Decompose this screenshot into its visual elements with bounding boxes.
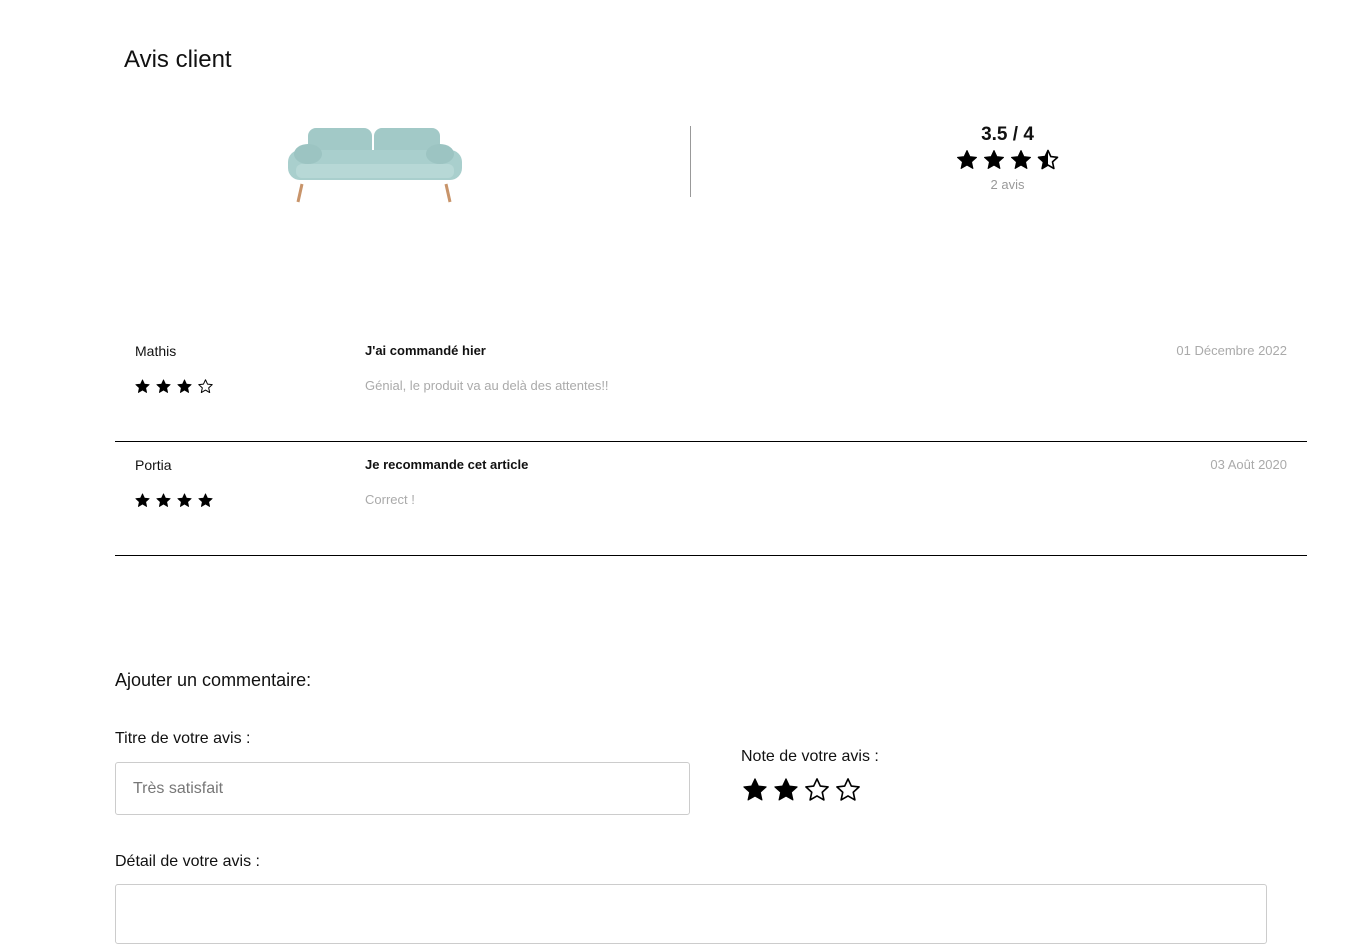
review-item: Mathis J'ai commandé hier Génial, le pro… — [115, 326, 1307, 442]
page-title: Avis client — [124, 46, 232, 74]
review-author: Portia — [135, 457, 172, 473]
review-date: 01 Décembre 2022 — [1176, 343, 1287, 358]
star-filled-icon — [135, 493, 150, 507]
rating-input[interactable] — [741, 776, 862, 804]
product-image — [288, 128, 462, 203]
review-text: Génial, le produit va au delà des attent… — [365, 378, 609, 393]
star-half-icon — [1037, 149, 1059, 170]
star-filled-icon — [984, 150, 1004, 169]
review-stars — [134, 492, 214, 509]
review-title: Je recommande cet article — [365, 457, 529, 472]
rating-summary: 3.5 / 4 2 avis — [900, 124, 1115, 192]
rating-label: Note de votre avis : — [741, 748, 879, 765]
add-comment-heading: Ajouter un commentaire: — [115, 670, 312, 690]
star-filled-icon — [156, 379, 171, 393]
average-stars — [900, 148, 1115, 172]
title-label: Titre de votre avis : — [115, 730, 251, 747]
star-filled-icon — [156, 493, 171, 507]
review-detail-textarea[interactable] — [115, 884, 1267, 944]
star-filled-icon — [198, 493, 213, 507]
summary-divider — [690, 126, 691, 197]
review-title: J'ai commandé hier — [365, 343, 486, 358]
review-author: Mathis — [135, 343, 177, 359]
star-empty-icon[interactable] — [803, 776, 831, 804]
star-filled-icon[interactable] — [772, 776, 800, 804]
star-empty-icon[interactable] — [834, 776, 862, 804]
detail-label: Détail de votre avis : — [115, 853, 260, 870]
average-score: 3.5 / 4 — [981, 124, 1034, 145]
review-count: 2 avis — [990, 177, 1025, 192]
star-filled-icon — [177, 379, 192, 393]
review-date: 03 Août 2020 — [1210, 457, 1287, 472]
review-stars — [134, 378, 214, 395]
review-title-input[interactable] — [115, 762, 690, 815]
star-filled-icon — [957, 150, 977, 169]
star-filled-icon[interactable] — [741, 776, 769, 804]
review-text: Correct ! — [365, 492, 415, 507]
star-filled-icon — [177, 493, 192, 507]
star-filled-icon — [1011, 150, 1031, 169]
star-filled-icon — [135, 379, 150, 393]
review-item: Portia Je recommande cet article Correct… — [115, 440, 1307, 556]
star-empty-icon — [198, 379, 213, 394]
